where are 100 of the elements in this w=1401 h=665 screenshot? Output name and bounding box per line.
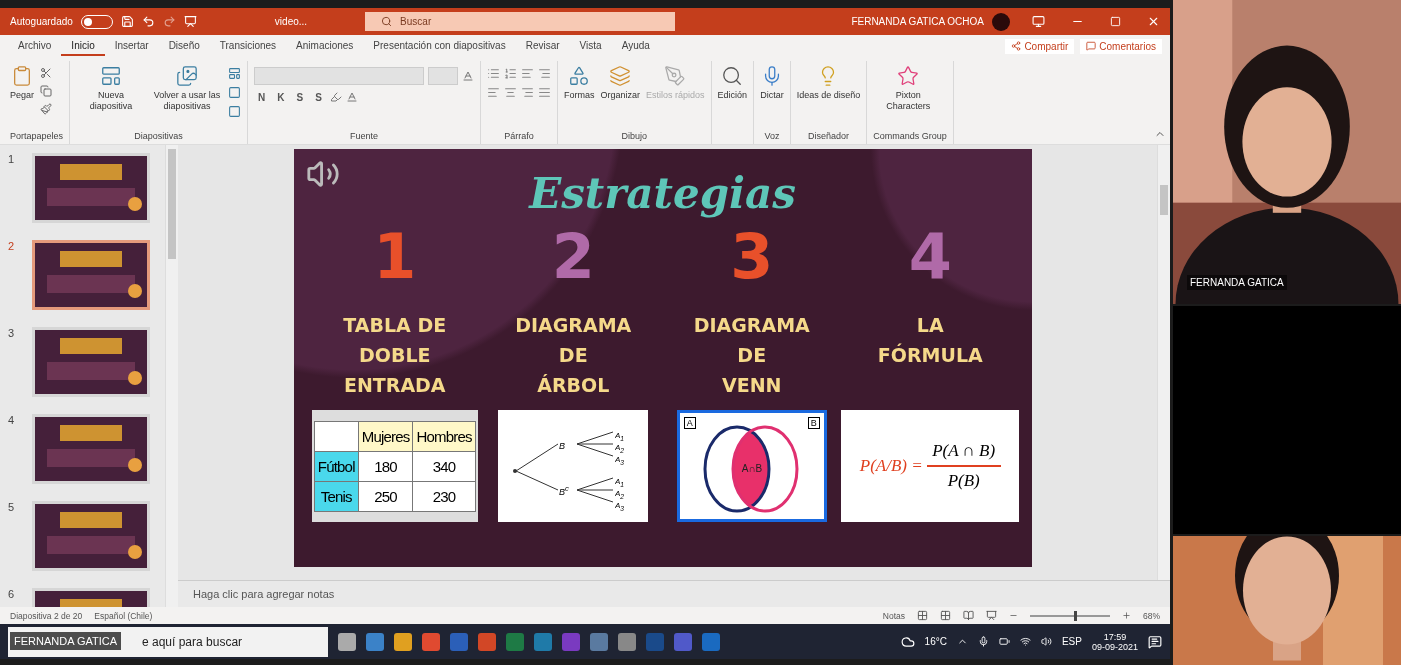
reading-view-icon xyxy=(963,610,974,621)
align-left-icon xyxy=(487,86,501,99)
file-name[interactable]: video... xyxy=(274,16,308,27)
editing-button[interactable]: Edición xyxy=(717,61,748,102)
app-icon[interactable] xyxy=(422,632,440,651)
font-name-field[interactable] xyxy=(254,67,425,85)
menu-tab[interactable]: Archivo xyxy=(8,36,62,56)
arrange-button[interactable]: Organizar xyxy=(600,61,641,102)
menu-tab[interactable]: Animaciones xyxy=(286,36,364,56)
search-icon xyxy=(721,65,744,87)
menu-tab[interactable]: Presentación con diapositivas xyxy=(363,36,516,56)
group-label: Diseñador xyxy=(806,131,850,143)
slide-thumbnail[interactable] xyxy=(32,414,150,484)
menu-tab[interactable]: Diseño xyxy=(158,36,210,56)
input-language[interactable]: ESP xyxy=(1061,636,1082,647)
shapes-button[interactable]: Formas xyxy=(564,61,595,102)
paste-button[interactable]: Pegar xyxy=(10,61,35,102)
strategy-number: 4 xyxy=(908,226,952,295)
leaf-label: A$_{3}$ xyxy=(615,501,625,510)
clock-time[interactable]: 17:59 xyxy=(1103,631,1127,642)
avatar-icon[interactable] xyxy=(992,12,1010,31)
app-icon[interactable] xyxy=(338,632,356,651)
app-icon[interactable] xyxy=(394,632,412,651)
slide-thumbnail[interactable] xyxy=(32,153,150,223)
intersection-label: A∩B xyxy=(741,463,763,474)
menu-tab[interactable]: Revisar xyxy=(515,36,570,56)
justify-icon xyxy=(538,86,552,99)
new-slide-button[interactable]: Nueva diapositiva xyxy=(76,61,147,113)
temperature: 16°C xyxy=(924,636,947,647)
menu-tab[interactable]: Insertar xyxy=(104,36,159,56)
group-label: Dibujo xyxy=(620,131,649,143)
autosave-label: Autoguardado xyxy=(10,16,73,27)
slide-thumbnail[interactable] xyxy=(32,240,150,310)
app-icon[interactable] xyxy=(618,632,636,651)
menu-tab[interactable]: Inicio xyxy=(61,36,105,56)
row-header: Tenis xyxy=(314,481,359,511)
strategy-title: DIAGRAMA DE ÁRBOL xyxy=(515,313,632,398)
dictate-button[interactable]: Dictar xyxy=(760,61,784,102)
slide-number: 1 xyxy=(8,153,16,167)
menu-tab[interactable]: Ayuda xyxy=(611,36,660,56)
app-icon[interactable] xyxy=(366,632,384,651)
save-icon xyxy=(120,15,134,28)
group-label: Portapapeles xyxy=(10,131,64,143)
app-icon[interactable] xyxy=(702,632,720,651)
menu-tab[interactable]: Transiciones xyxy=(209,36,287,56)
table-cell: 340 xyxy=(412,451,476,481)
branch-label: B xyxy=(559,441,566,451)
share-button[interactable]: Compartir xyxy=(1005,38,1075,54)
table-cell xyxy=(314,421,359,451)
app-icon[interactable] xyxy=(506,632,524,651)
ribbon-display-icon xyxy=(1032,15,1045,28)
scrollbar[interactable] xyxy=(1157,145,1170,580)
maximize-icon xyxy=(1110,16,1121,27)
design-ideas-button[interactable]: Ideas de diseño xyxy=(796,61,861,102)
share-icon xyxy=(1011,41,1022,51)
app-icon[interactable] xyxy=(478,632,496,651)
search-field[interactable]: Buscar xyxy=(365,12,676,31)
clock-date[interactable]: 09-09-2021 xyxy=(1091,641,1138,652)
zoom-percent[interactable]: 68% xyxy=(1143,610,1160,621)
slide-number: 2 xyxy=(8,240,16,254)
font-size-field[interactable] xyxy=(428,67,459,85)
strategy-title: DIAGRAMA DE VENN xyxy=(693,313,810,398)
formula-left: P(A/B) = xyxy=(859,456,923,476)
battery-icon xyxy=(998,636,1010,647)
table-cell: 250 xyxy=(358,481,413,511)
notes-button[interactable]: Notas xyxy=(882,610,905,621)
menu-tab[interactable]: Vista xyxy=(569,36,612,56)
styles-icon xyxy=(664,65,687,87)
slideshow-icon xyxy=(986,610,997,621)
sorter-view-icon xyxy=(940,610,951,621)
redo-icon xyxy=(162,15,176,28)
zoom-in-icon xyxy=(1122,611,1131,620)
slide-title: Estrategias xyxy=(529,169,796,218)
format-button[interactable]: N xyxy=(254,91,270,103)
arrange-icon xyxy=(609,65,632,87)
group-label: Fuente xyxy=(349,131,380,143)
comments-button[interactable]: Comentarios xyxy=(1080,38,1162,54)
scrollbar[interactable] xyxy=(165,145,178,607)
brush-icon xyxy=(40,103,53,115)
slide-thumbnail[interactable] xyxy=(32,327,150,397)
app-icon[interactable] xyxy=(590,632,608,651)
font-color-icon xyxy=(345,91,358,103)
tree-edge xyxy=(515,470,559,491)
slide-thumbnail[interactable] xyxy=(32,501,150,571)
reuse-slides-button[interactable]: Volver a usar las diapositivas xyxy=(152,61,223,113)
highlighter-icon xyxy=(329,91,342,103)
language-label[interactable]: Español (Chile) xyxy=(94,610,153,621)
bullets-icon xyxy=(487,67,501,80)
app-icon[interactable] xyxy=(534,632,552,651)
indent-icon xyxy=(538,67,552,80)
format-button[interactable]: K xyxy=(273,91,289,103)
format-button[interactable]: S xyxy=(292,91,308,103)
slide-number: 4 xyxy=(8,414,16,428)
leaf-label: A$_{2}$ xyxy=(615,489,625,498)
table-header: Hombres xyxy=(412,421,476,451)
table-cell: 180 xyxy=(358,451,413,481)
strategy-title: LA FÓRMULA xyxy=(877,313,983,368)
pixton-button[interactable]: Pixton Characters xyxy=(873,61,944,113)
format-button[interactable]: S xyxy=(311,91,326,103)
zoom-thumb[interactable] xyxy=(1074,610,1077,621)
